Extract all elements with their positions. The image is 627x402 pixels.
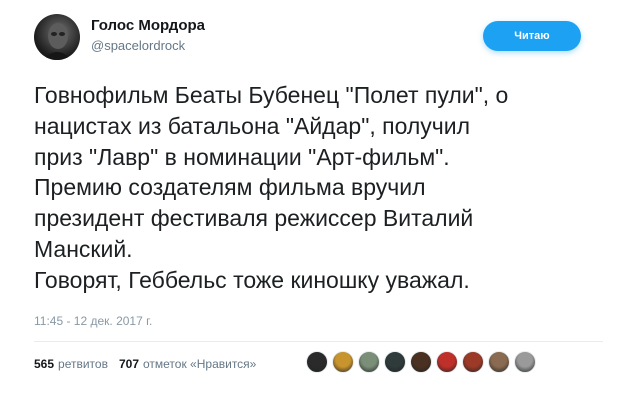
author-names: Голос Мордора @spacelordrock (91, 17, 205, 55)
stats-divider (34, 341, 603, 342)
tweet-line: нацистах из батальона "Айдар", получил (34, 112, 471, 139)
tweet-line: Говнофильм Беаты Бубенец "Полет пули", о (34, 82, 509, 108)
tweet-text: Говнофильм Беаты Бубенец "Полет пули", о… (34, 80, 604, 296)
tweet-line: Манский. (34, 235, 133, 262)
tweet-line: Говорят, Геббельс тоже киношку уважал. (34, 266, 470, 293)
face-avatar[interactable] (410, 351, 432, 373)
tweet-timestamp[interactable]: 11:45 - 12 дек. 2017 г. (34, 314, 152, 328)
likes-label[interactable]: отметок «Нравится» (143, 357, 256, 371)
author-avatar[interactable] (34, 14, 80, 60)
person-red-avatar[interactable] (462, 351, 484, 373)
following-button[interactable]: Читаю (483, 21, 581, 51)
likes-count[interactable]: 707 (119, 357, 139, 371)
tweet-header: Голос Мордора @spacelordrock Читаю (34, 12, 604, 62)
portrait-avatar[interactable] (488, 351, 510, 373)
author-display-name[interactable]: Голос Мордора (91, 17, 205, 35)
person-avatar[interactable] (332, 351, 354, 373)
dark-bird-avatar[interactable] (384, 351, 406, 373)
author-avatar-icon (42, 23, 72, 60)
car-avatar[interactable] (358, 351, 380, 373)
retweets-label[interactable]: ретвитов (58, 357, 108, 371)
author-handle[interactable]: @spacelordrock (91, 37, 205, 55)
liker-avatars (306, 351, 540, 373)
tweet-line: Премию создателям фильма вручил (34, 174, 426, 201)
grey-face-avatar[interactable] (514, 351, 536, 373)
tweet-line: президент фестиваля режиссер Виталий (34, 205, 474, 232)
retweets-count[interactable]: 565 (34, 357, 54, 371)
red-emblem-avatar[interactable] (436, 351, 458, 373)
dark-figure-avatar[interactable] (306, 351, 328, 373)
tweet-stats: 565 ретвитов 707 отметок «Нравится» (34, 352, 267, 376)
tweet-line: приз "Лавр" в номинации "Арт-фильм". (34, 143, 450, 170)
